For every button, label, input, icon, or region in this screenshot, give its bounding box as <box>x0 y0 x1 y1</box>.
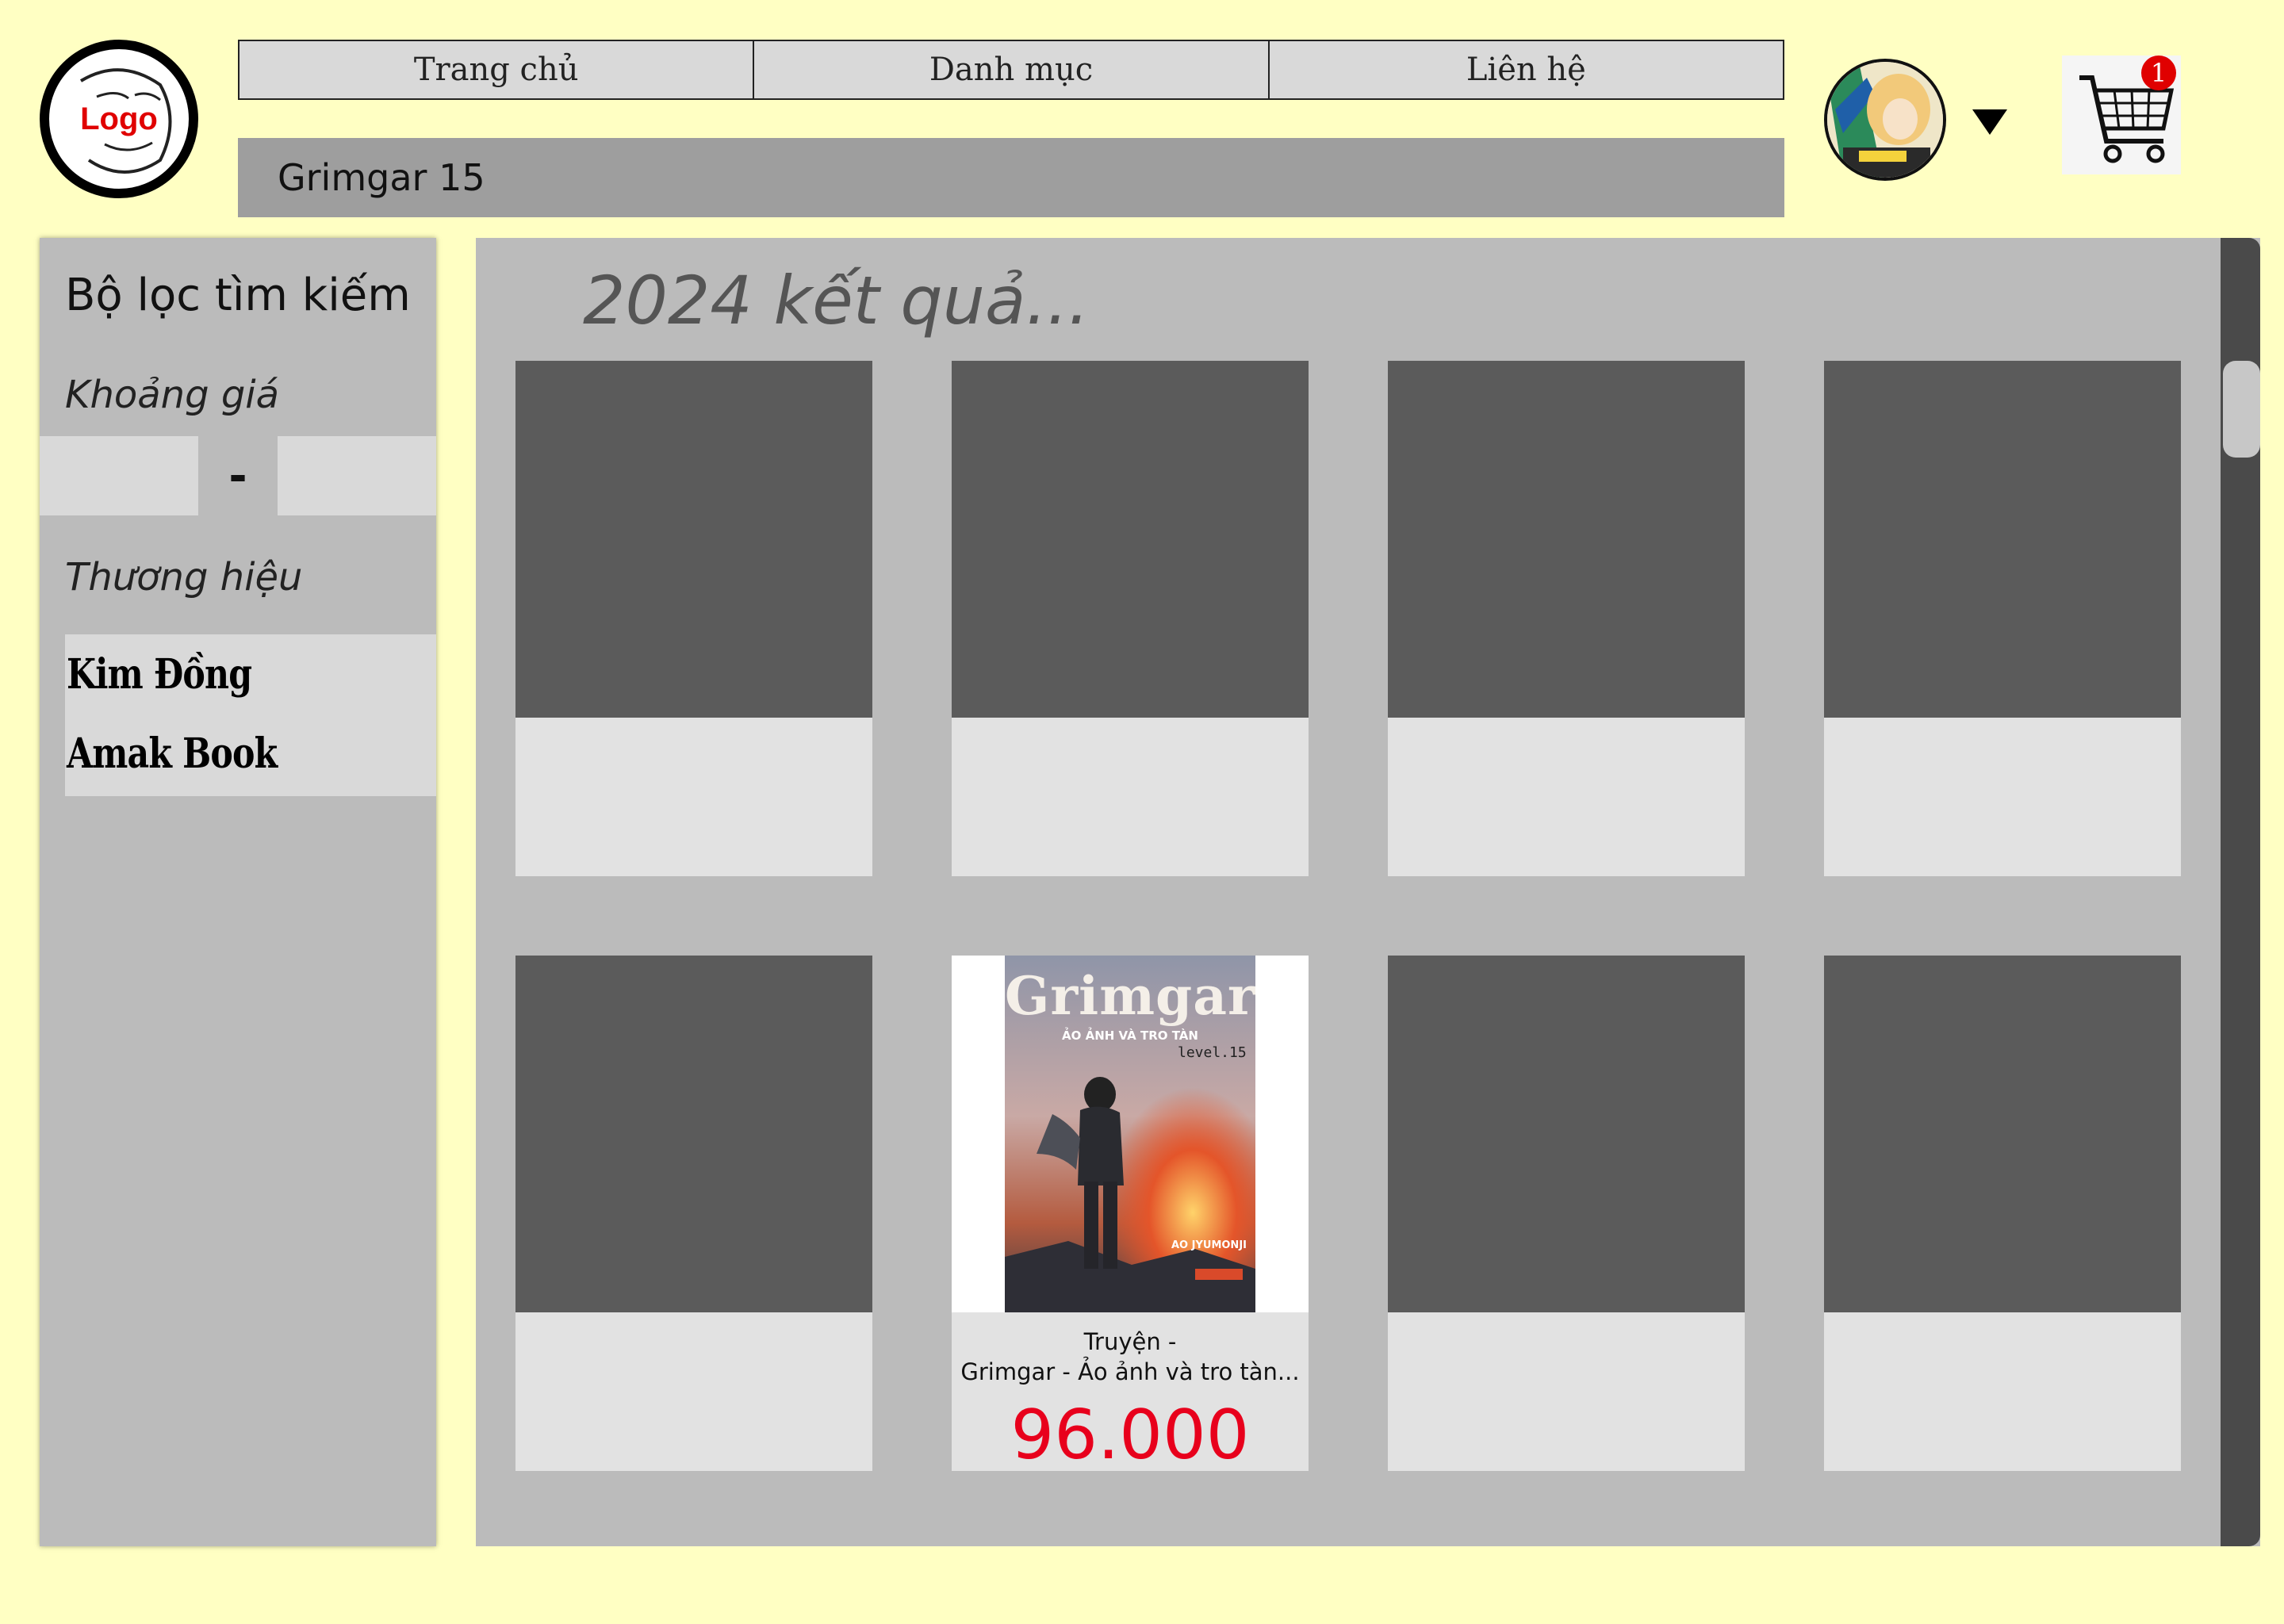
nav-item-home[interactable]: Trang chủ <box>240 41 755 98</box>
product-info <box>1824 718 2181 876</box>
product-image-placeholder <box>952 361 1309 718</box>
price-range-label: Khoảng giá <box>65 373 280 417</box>
product-image-placeholder <box>1824 361 2181 718</box>
cover-subtitle: ẢO ẢNH VÀ TRO TÀN <box>1062 1028 1198 1043</box>
cover-level: level.15 <box>1178 1044 1247 1061</box>
cover-author: AO JYUMONJI <box>1171 1239 1247 1251</box>
price-range-separator: - <box>228 450 247 502</box>
product-info <box>1388 718 1745 876</box>
brand-label: Thương hiệu <box>65 555 303 599</box>
product-card-grimgar[interactable]: Grimgar ẢO ẢNH VÀ TRO TÀN level.15 AO JY… <box>952 956 1309 1475</box>
product-card[interactable] <box>1388 361 1745 876</box>
nav-item-categories[interactable]: Danh mục <box>754 41 1270 98</box>
logo-text: Logo <box>80 101 158 136</box>
avatar[interactable] <box>1824 59 1946 181</box>
main-nav: Trang chủ Danh mục Liên hệ <box>238 40 1784 100</box>
product-image-placeholder <box>1388 956 1745 1312</box>
product-card[interactable] <box>952 361 1309 876</box>
product-image-placeholder <box>515 956 872 1312</box>
product-info <box>1388 1312 1745 1471</box>
product-info <box>1824 1312 2181 1471</box>
search-input[interactable] <box>238 138 1784 217</box>
product-card[interactable] <box>1824 956 2181 1471</box>
product-card[interactable] <box>515 956 872 1471</box>
logo[interactable]: Logo <box>40 40 198 198</box>
price-max-input[interactable] <box>278 436 436 515</box>
price-min-input[interactable] <box>40 436 198 515</box>
scrollbar-thumb[interactable] <box>2223 361 2260 458</box>
product-card[interactable] <box>1388 956 1745 1471</box>
product-info <box>952 718 1309 876</box>
filter-title: Bộ lọc tìm kiếm <box>65 270 411 321</box>
product-card[interactable] <box>1824 361 2181 876</box>
product-title: Truyện - Grimgar - Ảo ảnh và tro tàn... <box>952 1327 1309 1387</box>
product-image-placeholder <box>1388 361 1745 718</box>
product-info <box>515 718 872 876</box>
product-title-line1: Truyện - <box>1083 1328 1177 1355</box>
chevron-down-icon[interactable] <box>1972 109 2007 135</box>
product-image-placeholder <box>515 361 872 718</box>
result-count: 2024 kết quả... <box>583 262 1090 339</box>
product-card[interactable] <box>515 361 872 876</box>
product-title-line2: Grimgar - Ảo ảnh và tro tàn... <box>960 1358 1300 1385</box>
product-image-placeholder <box>1824 956 2181 1312</box>
cart-count-badge: 1 <box>2141 56 2176 90</box>
product-price: 96.000 <box>1010 1396 1250 1475</box>
cover-title: Grimgar <box>1005 965 1255 1027</box>
book-cover: Grimgar ẢO ẢNH VÀ TRO TÀN level.15 AO JY… <box>1005 956 1255 1312</box>
filter-sidebar <box>40 238 436 1546</box>
product-image: Grimgar ẢO ẢNH VÀ TRO TÀN level.15 AO JY… <box>952 956 1309 1312</box>
brand-list: Kim Đồng Amak Book <box>65 634 436 796</box>
product-info <box>515 1312 872 1471</box>
brand-item-kim-dong[interactable]: Kim Đồng <box>67 650 252 699</box>
brand-item-amak-book[interactable]: Amak Book <box>67 730 278 778</box>
nav-item-contact[interactable]: Liên hệ <box>1270 41 1783 98</box>
